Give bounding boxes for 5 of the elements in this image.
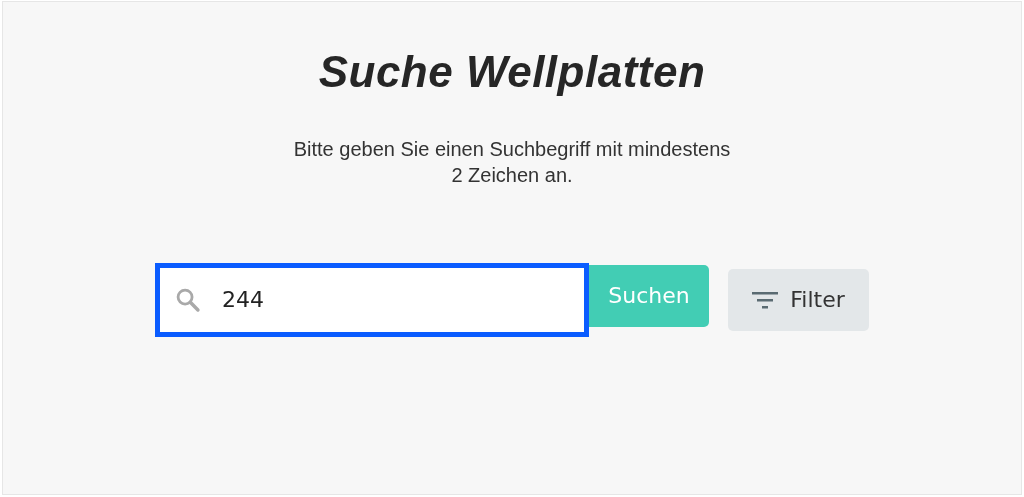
page-title: Suche Wellplatten [318,46,706,98]
filter-icon [752,290,779,309]
filter-button[interactable]: Filter [728,268,869,331]
instruction-text: Bitte geben Sie einen Suchbegriff mit mindestens 2 Zeichen an. [292,136,732,188]
search-field[interactable]: 244 [155,262,589,337]
